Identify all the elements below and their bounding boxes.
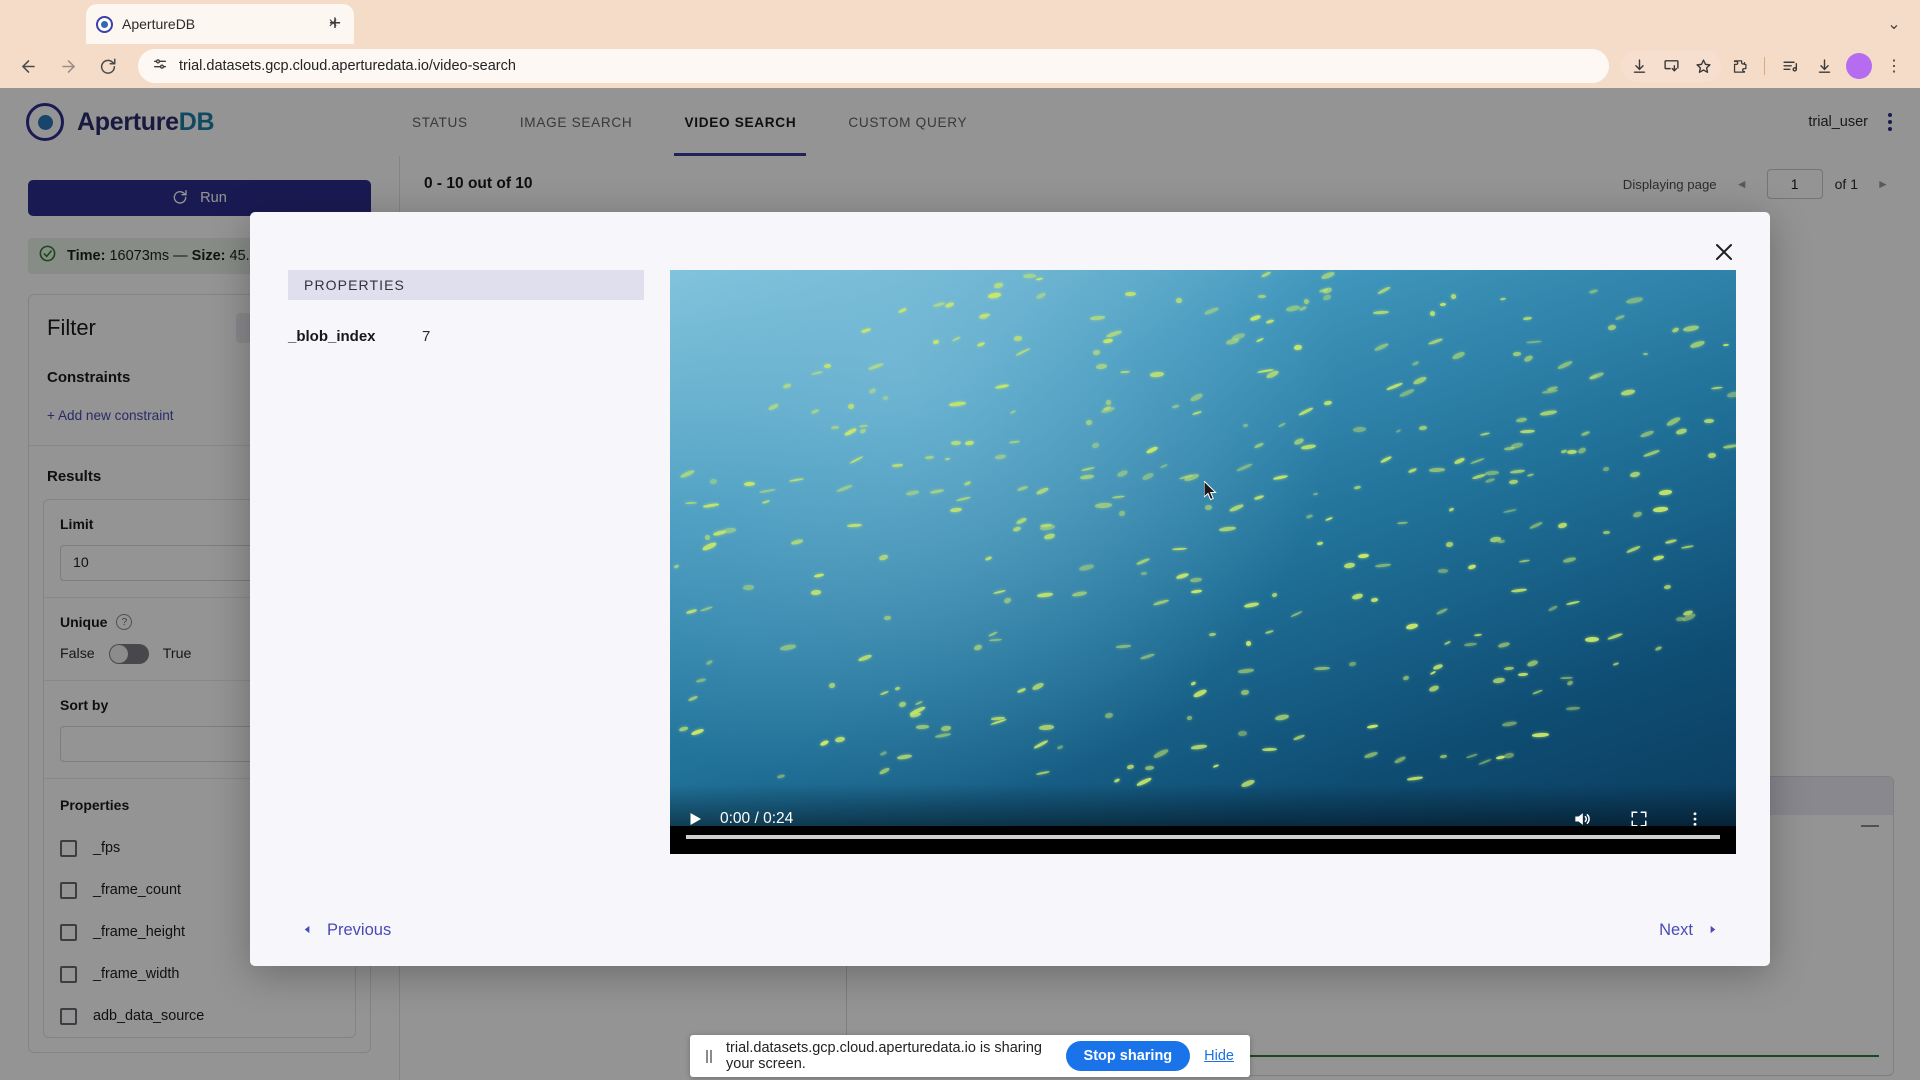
address-bar[interactable]: trial.datasets.gcp.cloud.aperturedata.io… (138, 49, 1609, 83)
chevron-down-icon[interactable]: ⌄ (1880, 10, 1908, 38)
hide-link[interactable]: Hide (1204, 1048, 1234, 1064)
close-icon[interactable] (1706, 234, 1742, 270)
video-frame (670, 270, 1736, 854)
browser-menu-icon[interactable]: ⋮ (1878, 50, 1910, 82)
properties-panel: PROPERTIES _blob_index 7 (288, 270, 644, 854)
next-label: Next (1659, 921, 1693, 940)
new-tab-button[interactable]: + (320, 9, 350, 39)
properties-header: PROPERTIES (288, 270, 644, 300)
site-settings-icon[interactable] (152, 56, 168, 77)
share-message: trial.datasets.gcp.cloud.aperturedata.io… (726, 1040, 1052, 1072)
url-text: trial.datasets.gcp.cloud.aperturedata.io… (179, 58, 516, 74)
browser-tab[interactable]: ApertureDB × (86, 4, 354, 44)
previous-button[interactable]: Previous (302, 921, 391, 940)
video-detail-modal: PROPERTIES _blob_index 7 0:00 / 0:24 (250, 212, 1770, 966)
property-key: _blob_index (288, 328, 422, 345)
modal-body: PROPERTIES _blob_index 7 0:00 / 0:24 (250, 212, 1770, 854)
profile-avatar[interactable] (1846, 53, 1872, 79)
downloads-icon[interactable] (1808, 50, 1840, 82)
toolbar-icons: ⋮ (1621, 50, 1910, 82)
pause-icon (706, 1050, 712, 1063)
chevron-left-icon (302, 921, 313, 940)
screen-share-bar: trial.datasets.gcp.cloud.aperturedata.io… (690, 1035, 1250, 1077)
modal-footer: Previous Next (250, 894, 1770, 966)
mouse-cursor (1204, 481, 1218, 501)
property-value: 7 (422, 328, 430, 345)
browser-chrome: ApertureDB × + ⌄ trial.datasets.gcp.clou… (0, 0, 1920, 88)
video-player[interactable]: 0:00 / 0:24 (670, 270, 1736, 854)
extensions-icon[interactable] (1723, 50, 1755, 82)
download-icon[interactable] (1623, 50, 1655, 82)
reading-list-icon[interactable] (1774, 50, 1806, 82)
video-progress-track[interactable] (686, 835, 1720, 839)
video-progress-bar[interactable] (670, 826, 1736, 854)
browser-toolbar: trial.datasets.gcp.cloud.aperturedata.io… (0, 44, 1920, 88)
aperture-favicon-icon (96, 16, 113, 33)
forward-button[interactable] (50, 48, 86, 84)
toolbar-icon-group (1621, 50, 1721, 82)
chevron-right-icon (1707, 921, 1718, 940)
previous-label: Previous (327, 921, 391, 940)
back-button[interactable] (10, 48, 46, 84)
install-app-icon[interactable] (1655, 50, 1687, 82)
property-row: _blob_index 7 (288, 328, 644, 345)
tab-strip: ApertureDB × + ⌄ (0, 0, 1920, 44)
toolbar-divider (1764, 57, 1765, 75)
stop-sharing-button[interactable]: Stop sharing (1066, 1041, 1191, 1071)
next-button[interactable]: Next (1659, 921, 1718, 940)
tab-title: ApertureDB (122, 16, 313, 32)
reload-button[interactable] (90, 48, 126, 84)
bookmark-star-icon[interactable] (1687, 50, 1719, 82)
